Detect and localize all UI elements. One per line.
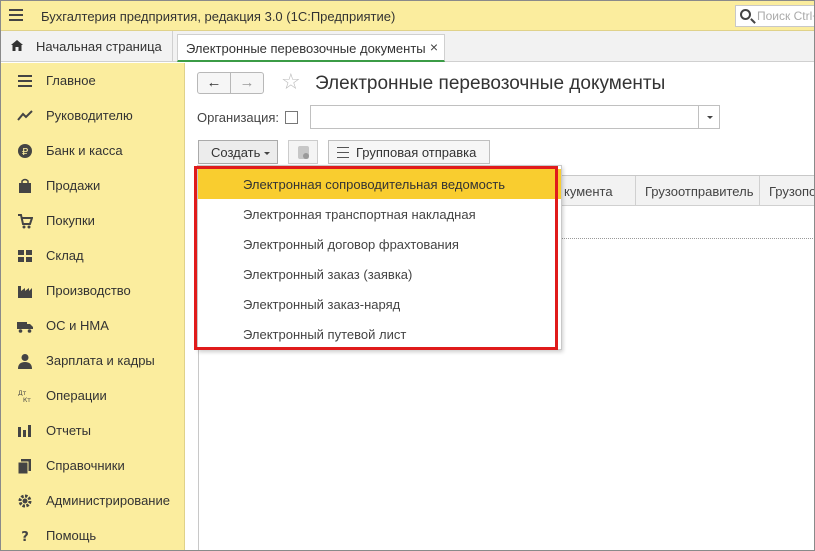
gear-icon (18, 494, 32, 508)
sidebar-item-label: Зарплата и кадры (46, 353, 155, 368)
organization-field[interactable] (310, 105, 720, 129)
menu-icon (18, 75, 32, 87)
search-placeholder: Поиск Ctrl+Shift+F (757, 9, 814, 23)
tab-doc-label: Электронные перевозочные документы (186, 41, 426, 56)
sidebar-item-warehouse[interactable]: Склад (1, 238, 185, 273)
tab-home[interactable]: Начальная страница (1, 31, 173, 61)
document-icon (298, 146, 309, 159)
sidebar-item-salary[interactable]: Зарплата и кадры (1, 343, 185, 378)
back-button[interactable]: ← (197, 72, 231, 94)
group-send-label: Групповая отправка (356, 145, 477, 160)
create-button[interactable]: Создать (198, 140, 278, 164)
organization-label: Организация: (197, 110, 280, 125)
sidebar-item-label: Покупки (46, 213, 95, 228)
sidebar-item-administration[interactable]: Администрирование (1, 483, 185, 518)
person-icon (18, 354, 32, 369)
tab-bar: Начальная страница Электронные перевозоч… (1, 31, 814, 62)
page-title: Электронные перевозочные документы (315, 73, 666, 94)
question-icon: ? (21, 530, 29, 544)
dt-kt-icon: ДтКт (18, 390, 31, 404)
search-icon (740, 9, 751, 20)
sidebar-item-main[interactable]: Главное (1, 63, 185, 98)
sidebar-item-label: Продажи (46, 178, 101, 193)
close-icon[interactable]: × (430, 39, 438, 55)
app-window: Бухгалтерия предприятия, редакция 3.0 (1… (0, 0, 815, 551)
home-icon (11, 40, 23, 51)
sidebar-item-bank[interactable]: ₽ Банк и касса (1, 133, 185, 168)
truck-icon (17, 322, 33, 333)
books-icon (17, 459, 31, 474)
sidebar-item-production[interactable]: Производство (1, 273, 185, 308)
svg-text:Дт: Дт (18, 390, 27, 397)
title-bar: Бухгалтерия предприятия, редакция 3.0 (1… (1, 1, 814, 31)
sidebar-item-label: Администрирование (46, 493, 170, 508)
main-menu-icon[interactable] (9, 9, 23, 22)
svg-text:Кт: Кт (23, 397, 31, 404)
arrow-right-icon: → (239, 74, 255, 91)
app-title: Бухгалтерия предприятия, редакция 3.0 (1… (41, 9, 396, 24)
chevron-down-icon[interactable] (698, 106, 719, 128)
sidebar-item-label: Справочники (46, 458, 125, 473)
list-icon (337, 147, 349, 158)
tab-electronic-transport-documents[interactable]: Электронные перевозочные документы × (177, 34, 445, 62)
sidebar-item-directories[interactable]: Справочники (1, 448, 185, 483)
sidebar-item-label: Руководителю (46, 108, 133, 123)
bar-chart-icon (18, 425, 31, 437)
sidebar-item-reports[interactable]: Отчеты (1, 413, 185, 448)
organization-checkbox[interactable] (285, 111, 298, 124)
caret-down-icon (264, 152, 270, 158)
create-button-label: Создать (211, 145, 261, 160)
column-header-label: Грузопо (769, 184, 815, 199)
trend-icon (17, 110, 33, 121)
column-consignor[interactable]: Грузоотправитель (635, 176, 757, 206)
column-consignee[interactable]: Грузопо (759, 176, 815, 206)
sidebar-item-help[interactable]: ? Помощь (1, 518, 185, 550)
ruble-icon: ₽ (18, 144, 32, 158)
sidebar-item-purchases[interactable]: Покупки (1, 203, 185, 238)
tab-home-label: Начальная страница (36, 39, 162, 54)
highlight-frame (194, 166, 558, 350)
group-send-button[interactable]: Групповая отправка (328, 140, 490, 164)
sidebar-item-label: Производство (46, 283, 131, 298)
sidebar-item-operations[interactable]: Дт Кт Операции (1, 378, 185, 413)
sidebar-item-label: Главное (46, 73, 96, 88)
sidebar: Главное Руководителю ₽ Банк и касса Прод… (1, 63, 185, 550)
sidebar-item-label: Помощь (46, 528, 97, 543)
sidebar-item-sales[interactable]: Продажи (1, 168, 185, 203)
sidebar-item-label: ОС и НМА (46, 318, 109, 333)
column-header-label: кумента (564, 184, 613, 199)
sidebar-item-label: Операции (46, 388, 107, 403)
shopping-bag-icon (19, 178, 31, 193)
column-header-label: Грузоотправитель (645, 184, 754, 199)
sidebar-item-manager[interactable]: Руководителю (1, 98, 185, 133)
warehouse-icon (18, 250, 32, 262)
favorite-star-icon[interactable]: ☆ (281, 69, 301, 95)
sidebar-item-fixed-assets[interactable]: ОС и НМА (1, 308, 185, 343)
svg-text:?: ? (21, 530, 29, 544)
column-doc-type[interactable]: кумента (561, 176, 645, 206)
print-button[interactable] (288, 140, 318, 164)
forward-button[interactable]: → (230, 72, 264, 94)
svg-text:₽: ₽ (22, 147, 29, 158)
search-input[interactable]: Поиск Ctrl+Shift+F (735, 5, 814, 27)
sidebar-item-label: Банк и касса (46, 143, 123, 158)
cart-icon (18, 214, 33, 229)
factory-icon (18, 286, 32, 298)
sidebar-item-label: Склад (46, 248, 84, 263)
arrow-left-icon: ← (206, 74, 222, 91)
sidebar-item-label: Отчеты (46, 423, 91, 438)
